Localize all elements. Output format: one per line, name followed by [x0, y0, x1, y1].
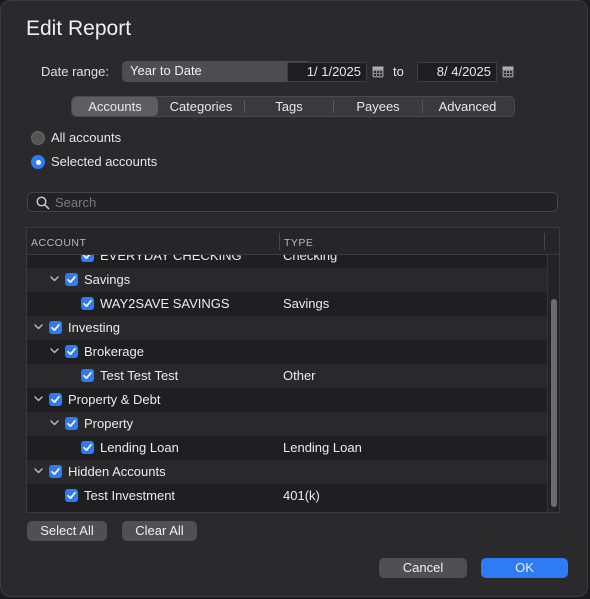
- account-type: 401(k): [283, 488, 320, 503]
- select-all-button[interactable]: Select All: [27, 521, 107, 541]
- cancel-button[interactable]: Cancel: [379, 558, 467, 578]
- account-checkbox[interactable]: [65, 489, 78, 502]
- accounts-table: ACCOUNT TYPE EVERYDAY CHECKING Checking Sa…: [26, 227, 560, 513]
- column-header-account[interactable]: ACCOUNT: [31, 237, 86, 249]
- account-checkbox[interactable]: [81, 369, 94, 382]
- scrollbar-thumb[interactable]: [551, 299, 557, 507]
- search-box: [27, 192, 558, 212]
- account-name: Investing: [68, 320, 121, 335]
- account-checkbox[interactable]: [49, 393, 62, 406]
- account-checkbox[interactable]: [81, 441, 94, 454]
- chevron-down-icon[interactable]: [50, 420, 59, 426]
- start-calendar-icon[interactable]: [372, 65, 384, 78]
- tab-tags[interactable]: Tags: [245, 97, 333, 116]
- end-date-field[interactable]: 8/ 4/2025: [417, 62, 497, 82]
- account-checkbox[interactable]: [49, 321, 62, 334]
- chevron-down-icon[interactable]: [34, 324, 43, 330]
- checkmark-icon: [83, 443, 92, 452]
- date-range-row: Date range: Year to Date 1/ 1/2025 to 8/…: [41, 61, 541, 83]
- chevron-down-icon[interactable]: [50, 348, 59, 354]
- search-icon: [36, 196, 50, 210]
- account-name: WAY2SAVE SAVINGS: [100, 296, 230, 311]
- checkmark-icon: [83, 371, 92, 380]
- checkmark-icon: [51, 467, 60, 476]
- account-checkbox[interactable]: [81, 255, 94, 262]
- table-row[interactable]: Brokerage: [27, 340, 547, 364]
- table-row[interactable]: Test Test Test Other: [27, 364, 547, 388]
- table-header: ACCOUNT TYPE: [27, 228, 559, 255]
- table-row[interactable]: Property: [27, 412, 547, 436]
- account-checkbox[interactable]: [49, 465, 62, 478]
- checkmark-icon: [83, 255, 91, 260]
- table-row[interactable]: Property & Debt: [27, 388, 547, 412]
- tab-bar: Accounts Categories Tags Payees Advanced: [71, 96, 515, 117]
- table-row[interactable]: Lending Loan Lending Loan: [27, 436, 547, 460]
- vertical-scrollbar[interactable]: [547, 255, 559, 512]
- table-row[interactable]: Test Investment 401(k): [27, 484, 547, 508]
- checkmark-icon: [51, 395, 60, 404]
- account-checkbox[interactable]: [65, 417, 78, 430]
- selected-accounts-radio[interactable]: [31, 155, 45, 169]
- account-name: Savings: [84, 272, 131, 287]
- account-checkbox[interactable]: [81, 297, 94, 310]
- date-range-label: Date range:: [41, 64, 109, 79]
- all-accounts-label: All accounts: [51, 130, 122, 145]
- account-name: Brokerage: [84, 344, 144, 359]
- table-row[interactable]: Savings: [27, 268, 547, 292]
- to-label: to: [393, 64, 404, 79]
- table-row[interactable]: Hidden Accounts: [27, 460, 547, 484]
- dialog-title: Edit Report: [26, 17, 132, 40]
- tab-accounts[interactable]: Accounts: [72, 97, 158, 116]
- account-checkbox[interactable]: [65, 345, 78, 358]
- table-body: EVERYDAY CHECKING Checking Savings WAY2SAVE…: [27, 255, 547, 512]
- table-row[interactable]: Investing: [27, 316, 547, 340]
- column-divider[interactable]: [279, 233, 280, 250]
- account-name: Test Test Test: [100, 368, 179, 383]
- account-name: Hidden Accounts: [68, 464, 166, 479]
- checkmark-icon: [67, 275, 76, 284]
- end-calendar-icon[interactable]: [502, 65, 514, 78]
- account-type: Other: [283, 368, 316, 383]
- account-type: Lending Loan: [283, 440, 362, 455]
- account-type: Checking: [283, 255, 338, 263]
- all-accounts-radio[interactable]: [31, 131, 45, 145]
- account-name: Test Investment: [84, 488, 176, 503]
- checkmark-icon: [83, 299, 92, 308]
- selected-accounts-label: Selected accounts: [51, 154, 158, 169]
- chevron-down-icon[interactable]: [50, 276, 59, 282]
- chevron-down-icon[interactable]: [34, 468, 43, 474]
- account-name: Lending Loan: [100, 440, 179, 455]
- column-divider[interactable]: [544, 233, 545, 250]
- checkmark-icon: [67, 347, 76, 356]
- start-date-field[interactable]: 1/ 1/2025: [287, 62, 367, 82]
- account-name: Property: [84, 416, 134, 431]
- clear-all-button[interactable]: Clear All: [122, 521, 197, 541]
- checkmark-icon: [51, 323, 60, 332]
- account-name: EVERYDAY CHECKING: [100, 255, 242, 263]
- table-row[interactable]: WAY2SAVE SAVINGS Savings: [27, 292, 547, 316]
- edit-report-dialog: Edit Report Date range: Year to Date 1/ …: [0, 0, 588, 597]
- column-header-type[interactable]: TYPE: [284, 237, 313, 249]
- account-type: Savings: [283, 296, 330, 311]
- chevron-down-icon[interactable]: [34, 396, 43, 402]
- ok-button[interactable]: OK: [481, 558, 568, 578]
- date-range-select[interactable]: Year to Date: [122, 61, 312, 82]
- tab-advanced[interactable]: Advanced: [423, 97, 512, 116]
- tab-payees[interactable]: Payees: [334, 97, 422, 116]
- search-input[interactable]: [55, 194, 545, 210]
- tab-categories[interactable]: Categories: [158, 97, 244, 116]
- checkmark-icon: [67, 419, 76, 428]
- account-checkbox[interactable]: [65, 273, 78, 286]
- account-name: Property & Debt: [68, 392, 161, 407]
- table-row[interactable]: EVERYDAY CHECKING Checking: [27, 255, 547, 268]
- checkmark-icon: [67, 491, 76, 500]
- date-range-value: Year to Date: [130, 63, 202, 78]
